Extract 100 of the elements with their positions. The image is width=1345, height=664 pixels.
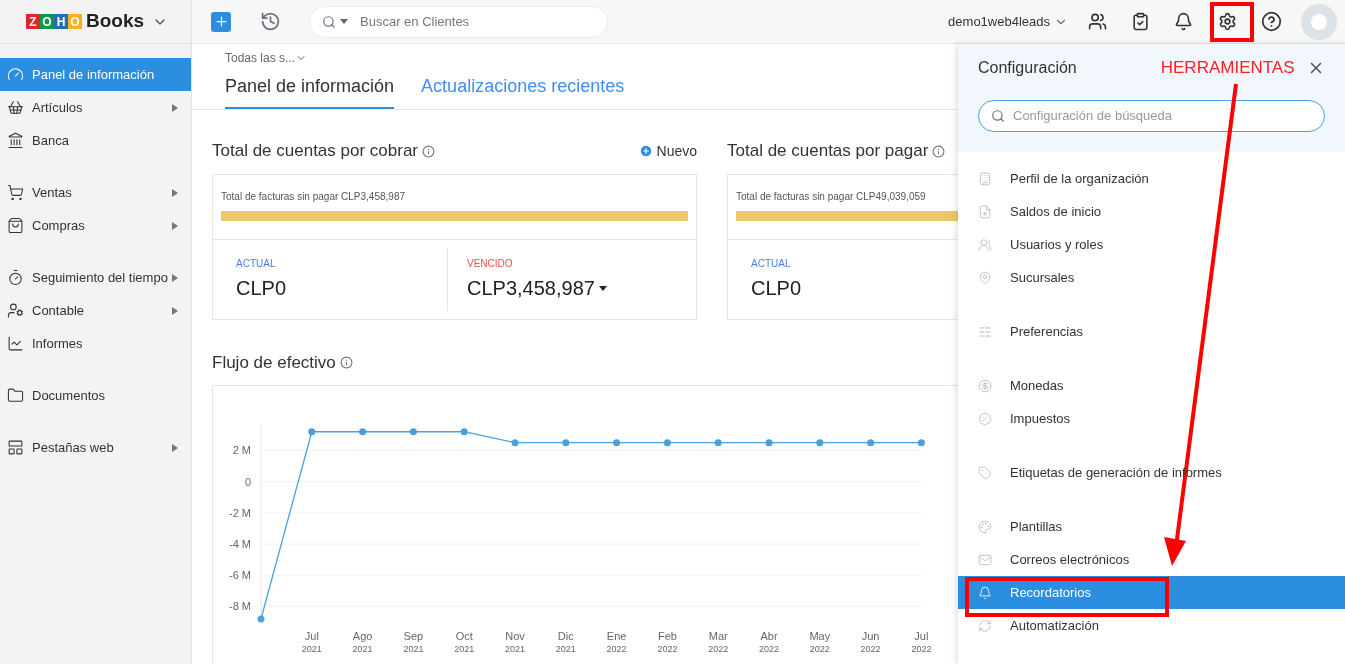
sidebar-item[interactable]: Compras	[0, 209, 191, 242]
search-icon	[322, 14, 336, 29]
settings-item[interactable]: Usuarios y roles	[958, 228, 1345, 261]
clipboard-icon[interactable]	[1131, 12, 1150, 31]
settings-search-input[interactable]: Configuración de búsqueda	[1013, 106, 1312, 126]
data-point	[714, 438, 722, 446]
y-axis-label: -2 M	[229, 506, 251, 519]
data-point	[257, 614, 265, 622]
bell-icon	[978, 585, 992, 600]
timer-icon	[7, 269, 24, 286]
cart-icon	[7, 184, 24, 201]
settings-item[interactable]: Monedas	[958, 369, 1345, 402]
overdue-label: VENCIDO	[467, 257, 514, 271]
current-amount: CLP0	[236, 276, 288, 301]
data-point	[867, 438, 875, 446]
data-point	[917, 438, 925, 446]
palette-icon	[978, 519, 992, 534]
refresh-icon	[978, 618, 992, 633]
annotation-label: HERRAMIENTAS	[1160, 57, 1295, 80]
data-point	[308, 427, 316, 435]
building-icon	[978, 171, 992, 186]
sidebar-item[interactable]: Banca	[0, 124, 191, 157]
settings-item[interactable]: Impuestos	[958, 402, 1345, 435]
caret-icon	[598, 285, 607, 291]
sliders-icon	[978, 324, 992, 339]
new-button[interactable]: Nuevo	[638, 140, 697, 162]
settings-item[interactable]: Automatización	[958, 609, 1345, 642]
tabs-icon	[7, 439, 24, 456]
organization-menu[interactable]: demo1web4leads	[948, 11, 1068, 32]
sidebar-item[interactable]: Informes	[0, 327, 191, 360]
settings-icon[interactable]	[1218, 12, 1237, 31]
folder-icon	[7, 387, 24, 404]
panel-title: Configuración	[978, 58, 1077, 78]
logo-letter: O	[40, 14, 54, 29]
plus-circle-icon	[638, 144, 653, 158]
card-title: Total de cuentas por pagar	[727, 140, 929, 163]
caret-icon[interactable]	[340, 19, 348, 24]
data-point	[562, 438, 570, 446]
section-title: Flujo de efectivo	[212, 352, 336, 374]
unpaid-total: Total de facturas sin pagar CLP49,039,059	[736, 190, 927, 204]
data-point	[765, 438, 773, 446]
y-axis-label: -6 M	[229, 568, 251, 581]
current-amount: CLP0	[751, 276, 803, 301]
bank-icon	[7, 132, 24, 149]
data-point	[359, 427, 367, 435]
data-point	[409, 427, 417, 435]
search-icon	[991, 109, 1005, 123]
settings-item[interactable]: Plantillas	[958, 510, 1345, 543]
y-axis-label: 0	[244, 475, 251, 488]
settings-item[interactable]: Sucursales	[958, 261, 1345, 294]
mail-icon	[978, 552, 992, 567]
branch-filter[interactable]: Todas las s...	[225, 49, 308, 67]
y-axis-label: -4 M	[229, 537, 251, 550]
sidebar-item[interactable]: Ventas	[0, 176, 191, 209]
logo-wordmark: Books	[86, 9, 145, 34]
notifications-icon[interactable]	[1174, 12, 1193, 31]
current-label: ACTUAL	[236, 257, 277, 271]
data-point	[613, 438, 621, 446]
logo-letter: Z	[26, 14, 40, 29]
logo-letter: H	[54, 14, 68, 29]
y-axis-label: 2 M	[232, 443, 251, 456]
bag-icon	[7, 217, 24, 234]
search-field[interactable]: Buscar en Clientes	[309, 5, 608, 38]
document-icon	[978, 204, 992, 219]
sidebar-item[interactable]: Pestañas web	[0, 431, 191, 464]
user-icon	[7, 302, 24, 319]
history-icon[interactable]	[260, 11, 281, 32]
overdue-amount[interactable]: CLP3,458,987	[467, 273, 607, 303]
chart-icon	[7, 335, 24, 352]
sidebar-item[interactable]: Contable	[0, 294, 191, 327]
settings-item[interactable]: Saldos de inicio	[958, 195, 1345, 228]
coin-icon	[978, 378, 992, 393]
search-input[interactable]: Buscar en Clientes	[360, 11, 595, 32]
unpaid-total: Total de facturas sin pagar CLP3,458,987	[221, 190, 406, 204]
settings-item[interactable]: Perfil de la organización	[958, 162, 1345, 195]
add-button[interactable]	[211, 11, 231, 32]
annotation-box	[1210, 2, 1254, 42]
settings-item[interactable]: Correos electrónicos	[958, 543, 1345, 576]
data-point	[816, 438, 824, 446]
users-icon	[978, 237, 992, 252]
settings-item[interactable]: Preferencias	[958, 315, 1345, 348]
data-point	[663, 438, 671, 446]
plus-icon	[213, 14, 229, 29]
sidebar-item[interactable]: Seguimiento del tiempo	[0, 261, 191, 294]
data-point	[460, 427, 468, 435]
settings-search-field[interactable]: Configuración de búsqueda	[978, 100, 1325, 132]
users-icon[interactable]	[1088, 12, 1107, 31]
sidebar-item[interactable]: Documentos	[0, 379, 191, 412]
tag-icon	[978, 465, 992, 480]
basket-icon	[7, 99, 24, 116]
data-point	[511, 438, 519, 446]
card-title: Total de cuentas por cobrar	[212, 140, 418, 163]
y-axis-label: -8 M	[229, 599, 251, 612]
current-label: ACTUAL	[751, 257, 792, 271]
logo-letter: O	[68, 14, 82, 29]
percent-icon	[978, 411, 992, 426]
sidebar-item[interactable]: Artículos	[0, 91, 191, 124]
help-icon[interactable]	[1261, 11, 1282, 32]
location-icon	[978, 270, 992, 285]
gauge-icon	[7, 66, 24, 83]
